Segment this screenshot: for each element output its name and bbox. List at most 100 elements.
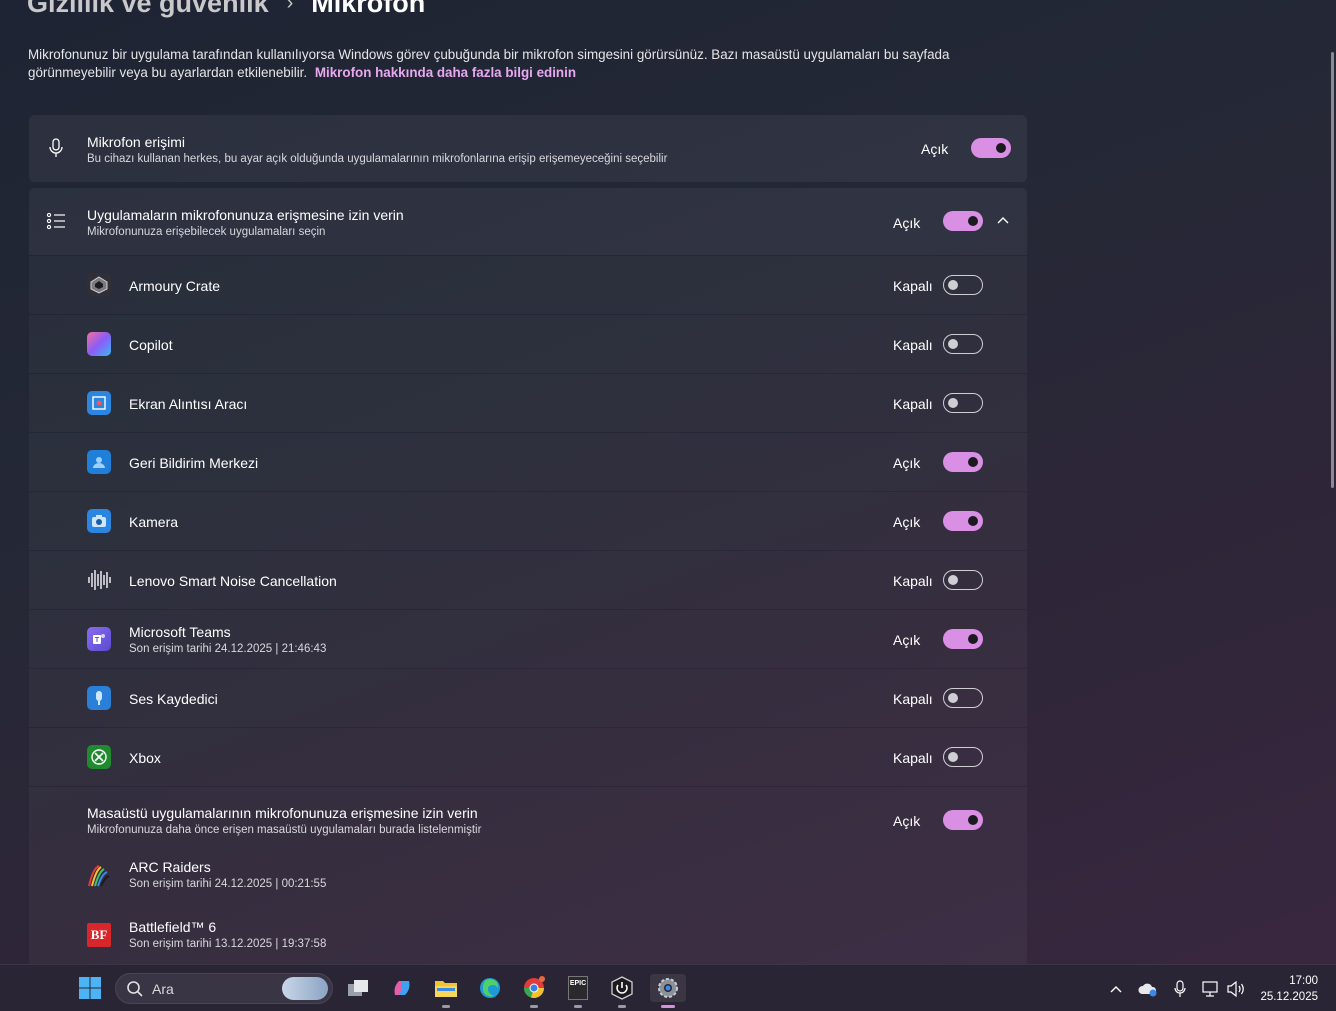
app-row: T Microsoft Teams Son erişim tarihi 24.1… [29, 610, 1027, 668]
breadcrumb-separator-icon: › [286, 0, 294, 14]
desktop-access-toggle[interactable] [943, 810, 983, 830]
app-toggle[interactable] [943, 275, 983, 295]
app-row: Kamera Açık [29, 492, 1027, 550]
page-title: Mikrofon [311, 0, 426, 18]
app-toggle[interactable] [943, 334, 983, 354]
app-name: Xbox [129, 750, 161, 766]
app-state: Açık [893, 632, 921, 648]
active-indicator [661, 1005, 675, 1008]
copilot-taskbar-icon[interactable] [388, 974, 416, 1002]
search-highlight-image [282, 977, 328, 1000]
teams-icon: T [87, 627, 111, 651]
app-row: Ses Kaydedici Kapalı [29, 669, 1027, 727]
desktop-app-name: Battlefield™ 6 [129, 919, 217, 935]
apps-access-title: Uygulamaların mikrofonunuza erişmesine i… [87, 207, 404, 223]
scrollbar[interactable] [1331, 52, 1334, 488]
desktop-access-title: Masaüstü uygulamalarının mikrofonunuza e… [87, 805, 478, 821]
app-name: Ekran Alıntısı Aracı [129, 396, 248, 412]
app-state: Kapalı [893, 337, 933, 353]
running-indicator [530, 1005, 538, 1008]
mic-access-subtitle: Bu cihazı kullanan herkes, bu ayar açık … [87, 153, 668, 165]
volume-icon[interactable] [1226, 979, 1246, 999]
taskbar: Ara EPIC 17:00 25.12.2025 [0, 964, 1336, 1011]
app-name: Microsoft Teams [129, 624, 231, 640]
microphone-tray-icon[interactable] [1170, 979, 1190, 999]
apps-access-state: Açık [893, 215, 921, 231]
clock-date: 25.12.2025 [1260, 991, 1318, 1003]
clock-time: 17:00 [1289, 975, 1318, 987]
armoury-crate-icon [87, 273, 111, 297]
app-state: Açık [893, 455, 921, 471]
search-placeholder: Ara [152, 981, 174, 997]
chevron-up-tray-icon[interactable] [1106, 979, 1126, 999]
app-toggle[interactable] [943, 393, 983, 413]
svg-text:T: T [95, 637, 100, 644]
app-toggle[interactable] [943, 511, 983, 531]
app-name: Copilot [129, 337, 173, 353]
app-row: Geri Bildirim Merkezi Açık [29, 433, 1027, 491]
desktop-access-state: Açık [893, 813, 921, 829]
settings-app-icon[interactable] [650, 974, 686, 1008]
taskbar-search[interactable]: Ara [115, 973, 333, 1004]
app-name: Kamera [129, 514, 179, 530]
app-row: Armoury Crate Kapalı [29, 256, 1027, 314]
app-last-access: Son erişim tarihi 24.12.2025 | 21:46:43 [129, 643, 327, 655]
desktop-app-last-access: Son erişim tarihi 13.12.2025 | 19:37:58 [129, 938, 327, 950]
epic-games-logo: EPIC [568, 976, 588, 1000]
start-button[interactable] [76, 974, 104, 1002]
chrome-icon[interactable] [520, 974, 548, 1008]
app-state: Kapalı [893, 278, 933, 294]
app-state: Kapalı [893, 573, 933, 589]
epic-games-icon[interactable]: EPIC [564, 974, 592, 1008]
lenovo-noise-icon [87, 568, 111, 592]
sound-recorder-icon [87, 686, 111, 710]
snipping-tool-icon [87, 391, 111, 415]
app-state: Kapalı [893, 396, 933, 412]
app-toggle[interactable] [943, 629, 983, 649]
app-state: Kapalı [893, 691, 933, 707]
arc-raiders-icon [87, 864, 111, 888]
app-row: Copilot Kapalı [29, 315, 1027, 373]
app-state: Kapalı [893, 750, 933, 766]
search-icon [126, 980, 144, 1003]
network-icon[interactable] [1201, 979, 1221, 999]
apps-access-card[interactable]: Uygulamaların mikrofonunuza erişmesine i… [29, 188, 1027, 255]
mic-access-card: Mikrofon erişimi Bu cihazı kullanan herk… [29, 115, 1027, 182]
mic-access-title: Mikrofon erişimi [87, 134, 186, 150]
app-list-icon [45, 210, 67, 232]
desktop-app-last-access: Son erişim tarihi 24.12.2025 | 00:21:55 [129, 878, 327, 890]
settings-page: Gizlilik ve güvenlik › Mikrofon Mikrofon… [0, 0, 1336, 964]
app-state: Açık [893, 514, 921, 530]
app-toggle[interactable] [943, 452, 983, 472]
learn-more-link[interactable]: Mikrofon hakkında daha fazla bilgi edini… [315, 65, 576, 80]
file-explorer-icon[interactable] [432, 974, 460, 1008]
app-name: Ses Kaydedici [129, 691, 218, 707]
microphone-icon [45, 137, 67, 159]
app-toggle[interactable] [943, 570, 983, 590]
app-name: Geri Bildirim Merkezi [129, 455, 259, 471]
running-indicator [574, 1005, 582, 1008]
app-row: Ekran Alıntısı Aracı Kapalı [29, 374, 1027, 432]
xbox-icon [87, 745, 111, 769]
edge-icon[interactable] [476, 974, 504, 1002]
running-indicator [618, 1005, 626, 1008]
app-toggle[interactable] [943, 747, 983, 767]
app-row: Lenovo Smart Noise Cancellation Kapalı [29, 551, 1027, 609]
clock[interactable]: 17:00 25.12.2025 [1260, 973, 1318, 1005]
running-indicator [442, 1005, 450, 1008]
app-toggle[interactable] [943, 688, 983, 708]
breadcrumb-parent[interactable]: Gizlilik ve güvenlik [27, 0, 269, 19]
apps-access-toggle[interactable] [943, 211, 983, 231]
app-name: Lenovo Smart Noise Cancellation [129, 573, 337, 589]
feedback-hub-icon [87, 450, 111, 474]
mic-access-state: Açık [921, 141, 949, 157]
onedrive-icon[interactable] [1138, 979, 1158, 999]
mic-access-toggle[interactable] [971, 138, 1011, 158]
battlefield-icon: BF [87, 923, 111, 947]
desktop-access-card: Masaüstü uygulamalarının mikrofonunuza e… [29, 787, 1027, 964]
chevron-up-icon[interactable] [995, 212, 1011, 228]
task-view-icon[interactable] [344, 974, 372, 1002]
page-description: Mikrofonunuz bir uygulama tarafından kul… [28, 46, 1008, 82]
breadcrumb: Gizlilik ve güvenlik › Mikrofon [27, 0, 425, 19]
power-app-icon[interactable] [608, 974, 636, 1008]
